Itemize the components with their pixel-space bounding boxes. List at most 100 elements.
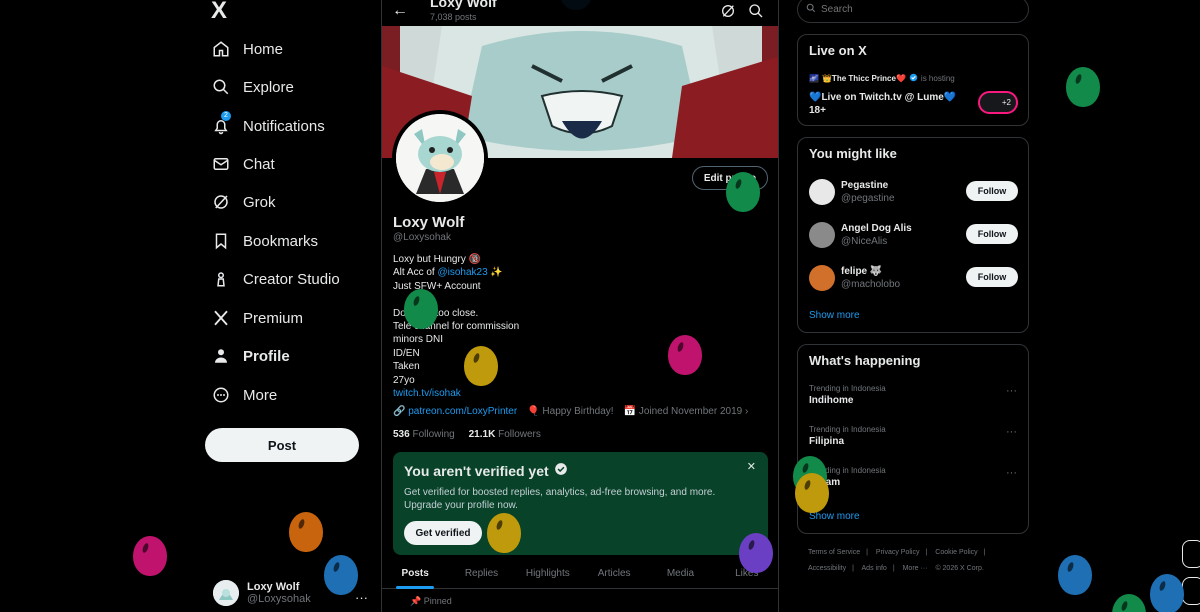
nav-item-premium[interactable]: Premium <box>212 304 303 332</box>
trend-item[interactable]: Trending in Indonesia Malam <box>809 466 886 488</box>
tab-media[interactable]: Media <box>647 560 713 588</box>
suggest-handle: @pegastine <box>841 193 895 204</box>
tab-posts[interactable]: Posts <box>382 560 448 589</box>
nav-item-explore[interactable]: Explore <box>212 73 294 101</box>
trend-item[interactable]: Trending in Indonesia Filipina <box>809 425 886 447</box>
happening-panel: What's happening Trending in Indonesia I… <box>797 344 1029 534</box>
search-input[interactable] <box>821 4 1001 15</box>
search-icon[interactable] <box>748 3 764 19</box>
left-nav: X Home Explore 2 Notifications Chat Grok… <box>195 0 380 612</box>
profile-avatar[interactable] <box>392 110 488 206</box>
bio-line-alt: Alt Acc of @isohak23 ✨ <box>393 267 503 279</box>
suggestion-row[interactable]: Pegastine @pegastine <box>809 179 895 205</box>
show-more-link[interactable]: Show more <box>809 310 860 321</box>
trend-name: Indihome <box>809 395 854 406</box>
chevron-right-icon[interactable]: › <box>745 406 748 417</box>
grok-profile-icon[interactable] <box>720 3 736 19</box>
follow-button[interactable]: Follow <box>966 224 1018 244</box>
hosting-label: is hosting <box>920 74 955 83</box>
trend-context: Trending in Indonesia <box>809 384 886 393</box>
bio-alt-link[interactable]: @isohak23 <box>437 267 487 278</box>
bio-line: Tele channel for commission <box>393 320 520 332</box>
follow-button[interactable]: Follow <box>966 181 1018 201</box>
profile-bio: Loxy but Hungry 🔞 Alt Acc of @isohak23 ✨… <box>393 253 519 400</box>
account-more-icon[interactable]: ··· <box>355 590 368 605</box>
grok-float-icon[interactable] <box>1182 540 1200 568</box>
more-icon[interactable]: ··· <box>1006 426 1017 438</box>
tab-articles[interactable]: Articles <box>581 560 647 588</box>
tab-likes[interactable]: Likes <box>714 560 778 588</box>
avatar <box>809 265 835 291</box>
balloon-icon <box>1058 555 1092 595</box>
profile-topbar: ← Loxy Wolf 7,038 posts <box>382 0 778 26</box>
trend-name: Malam <box>809 477 841 488</box>
nav-label: Premium <box>243 309 304 327</box>
messages-float-icon[interactable] <box>1182 577 1200 605</box>
pinned-label: 📌 Pinned <box>410 596 452 606</box>
tab-replies[interactable]: Replies <box>448 560 514 588</box>
more-icon[interactable]: ··· <box>1006 467 1017 479</box>
live-stream-title[interactable]: 💙Live on Twitch.tv @ Lume💙 18+ <box>809 91 969 117</box>
link-icon: 🔗 <box>393 406 406 417</box>
website-item[interactable]: 🔗 patreon.com/LoxyPrinter <box>393 406 517 417</box>
footer-link[interactable]: More ··· <box>903 565 928 572</box>
profile-handle: @Loxysohak <box>393 232 451 243</box>
bio-twitch-link[interactable]: twitch.tv/isohak <box>393 388 461 399</box>
avatar <box>809 222 835 248</box>
profile-column: ← Loxy Wolf 7,038 posts Edit profile Lox… <box>381 0 779 612</box>
live-host[interactable]: 👑The Thicc Prince❤️ <box>822 74 906 83</box>
search-bar[interactable] <box>797 0 1029 23</box>
show-more-link[interactable]: Show more <box>809 511 860 522</box>
nav-label: Explore <box>243 78 294 96</box>
back-arrow-icon[interactable]: ← <box>392 2 408 20</box>
nav-item-grok[interactable]: Grok <box>212 188 276 216</box>
footer-link[interactable]: Accessibility <box>808 565 846 572</box>
website-link[interactable]: patreon.com/LoxyPrinter <box>408 406 517 417</box>
follow-button[interactable]: Follow <box>966 267 1018 287</box>
nav-item-creator-studio[interactable]: Creator Studio <box>212 265 340 293</box>
edit-profile-button[interactable]: Edit profile <box>692 166 768 190</box>
following-link[interactable]: 536 Following <box>393 429 455 440</box>
balloon-icon <box>1112 594 1146 612</box>
profile-icon <box>212 347 230 365</box>
nav-label: Profile <box>243 347 290 365</box>
nav-item-bookmarks[interactable]: Bookmarks <box>212 227 318 255</box>
verified-badge-icon <box>554 462 568 479</box>
nav-label: Grok <box>243 193 276 211</box>
tab-highlights[interactable]: Highlights <box>515 560 581 588</box>
account-switcher[interactable]: Loxy Wolf @Loxysohak <box>213 580 311 606</box>
profile-name: Loxy Wolf <box>393 214 465 231</box>
more-circle-icon <box>212 386 230 404</box>
balloon-icon: 🎈 <box>527 406 540 417</box>
get-verified-button[interactable]: Get verified <box>404 521 482 545</box>
nav-item-more[interactable]: More <box>212 381 277 409</box>
live-listeners[interactable]: +2 <box>978 91 1018 114</box>
footer-link[interactable]: Privacy Policy <box>876 549 920 556</box>
suggest-name: Pegastine <box>841 180 889 191</box>
more-icon[interactable]: ··· <box>1006 385 1017 397</box>
footer-link[interactable]: Terms of Service <box>808 549 860 556</box>
suggestion-row[interactable]: Angel Dog Alis @NiceAlis <box>809 222 912 248</box>
close-icon[interactable]: ✕ <box>747 460 756 473</box>
notification-badge: 2 <box>221 111 231 121</box>
nav-item-home[interactable]: Home <box>212 35 283 63</box>
followers-link[interactable]: 21.1K Followers <box>469 429 541 440</box>
nav-item-notifications[interactable]: 2 Notifications <box>212 111 325 140</box>
bio-line: Taken <box>393 361 420 373</box>
post-button[interactable]: Post <box>205 428 359 462</box>
live-panel: Live on X 🌌 👑The Thicc Prince❤️ is hostin… <box>797 34 1029 126</box>
suggest-name: Angel Dog Alis <box>841 223 912 234</box>
profile-meta: 🔗 patreon.com/LoxyPrinter 🎈 Happy Birthd… <box>393 406 748 417</box>
nav-item-profile[interactable]: Profile <box>212 342 290 370</box>
bio-line: Don't get too close. <box>393 307 479 319</box>
account-handle: @Loxysohak <box>247 593 311 605</box>
suggestion-row[interactable]: felipe 🐺 @macholobo <box>809 265 900 291</box>
trend-item[interactable]: Trending in Indonesia Indihome <box>809 384 886 406</box>
footer-link[interactable]: Ads info <box>862 565 887 572</box>
grok-icon <box>212 193 230 211</box>
calendar-icon: 📅 <box>623 406 637 417</box>
footer-link[interactable]: Cookie Policy <box>935 549 977 556</box>
nav-item-chat[interactable]: Chat <box>212 150 275 178</box>
x-logo-icon[interactable]: X <box>211 0 233 23</box>
search-icon <box>212 78 230 96</box>
